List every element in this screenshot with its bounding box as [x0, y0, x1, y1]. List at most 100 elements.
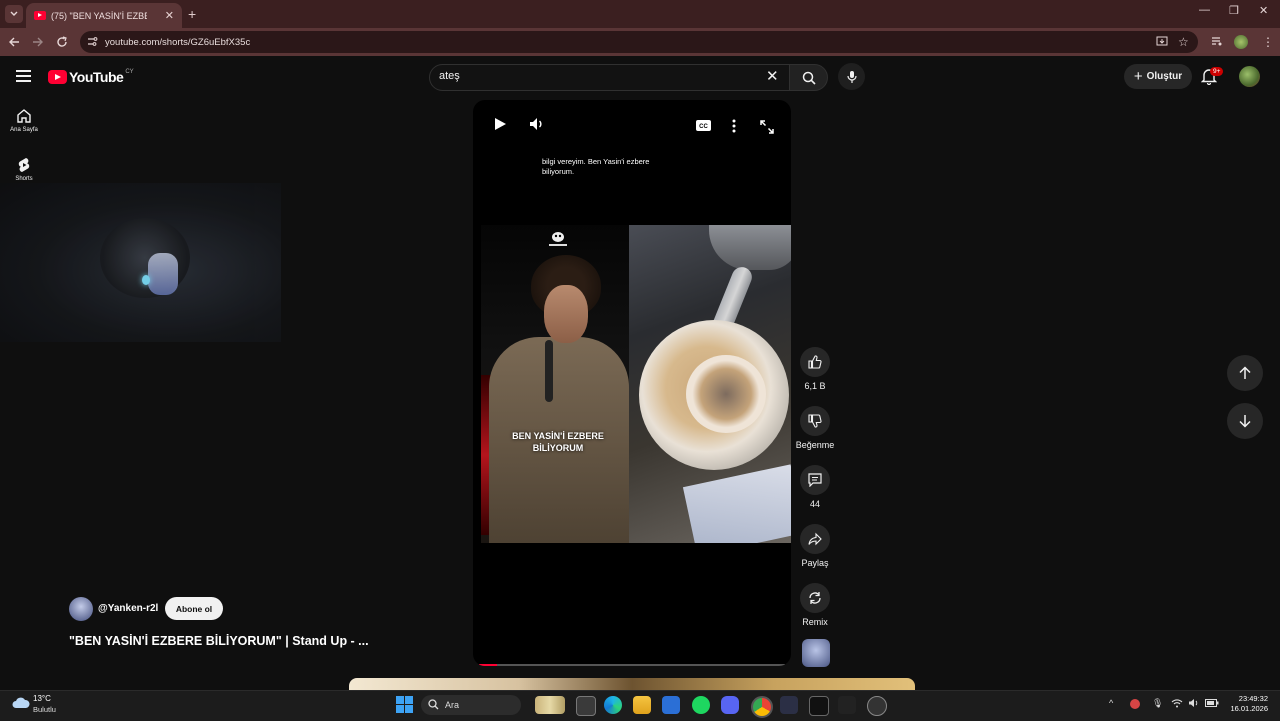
discord-icon[interactable] — [721, 696, 739, 714]
clock-time: 23:49:32 — [1238, 694, 1268, 703]
steam-icon[interactable] — [867, 696, 887, 716]
sidebar-item-label: Shorts — [15, 176, 33, 182]
more-vert-icon — [732, 119, 736, 133]
clock-date: 16.01.2026 — [1230, 704, 1268, 713]
clear-search-icon[interactable]: ✕ — [766, 67, 779, 85]
reload-button[interactable] — [54, 34, 70, 50]
notification-badge: 9+ — [1210, 67, 1224, 76]
logo-text: YouTube — [69, 69, 124, 85]
share-button[interactable]: Paylaş — [785, 524, 845, 568]
new-tab-button[interactable]: + — [188, 6, 196, 22]
store-icon[interactable] — [662, 696, 680, 714]
channel-handle[interactable]: @Yanken-r2l — [98, 603, 158, 614]
tab-title: (75) "BEN YASİN'İ EZBERE B — [51, 10, 147, 21]
account-avatar[interactable] — [1239, 66, 1260, 87]
vpn-shield-icon[interactable] — [780, 696, 798, 714]
thumbs-up-icon — [808, 355, 822, 369]
search-icon — [802, 71, 816, 85]
thumbs-down-icon — [808, 414, 822, 428]
youtube-logo[interactable]: YouTube CY — [48, 69, 134, 85]
bookmark-star-icon[interactable]: ☆ — [1178, 35, 1189, 49]
subscribe-button[interactable]: Abone ol — [165, 597, 223, 620]
country-code: CY — [125, 69, 134, 75]
share-label: Paylaş — [801, 558, 829, 568]
windows-start-icon[interactable] — [396, 696, 413, 713]
close-window-button[interactable]: ✕ — [1259, 4, 1268, 17]
tab-close-icon[interactable]: ✕ — [165, 9, 174, 22]
arrow-down-icon — [1239, 415, 1251, 428]
taskbar-search-icon — [428, 699, 439, 710]
taskbar-clock[interactable]: 23:49:32 16.01.2026 — [1226, 694, 1268, 714]
dislike-button[interactable]: Beğenme — [785, 406, 845, 450]
chrome-icon[interactable] — [751, 696, 773, 718]
captions-button[interactable]: CC — [696, 120, 711, 131]
like-button[interactable]: 6,1 B — [785, 347, 845, 391]
create-button[interactable]: + Oluştur — [1124, 64, 1192, 89]
file-explorer-icon[interactable] — [633, 696, 651, 714]
volume-icon — [530, 118, 542, 130]
create-label: Oluştur — [1146, 71, 1183, 82]
speaker-icon[interactable] — [1188, 698, 1200, 708]
youtube-play-icon — [48, 70, 67, 84]
back-button[interactable] — [6, 34, 22, 50]
video-frame[interactable]: BEN YASİN'İ EZBERE BİLİYORUM — [481, 225, 791, 543]
fullscreen-button[interactable] — [760, 120, 774, 134]
channel-watermark-icon — [546, 230, 570, 248]
search-button[interactable] — [789, 64, 828, 91]
weather-description: Bulutlu — [33, 705, 56, 714]
shorts-player[interactable]: CC bilgi vereyim. Ben Yasin'i ezbere bil… — [473, 100, 791, 666]
restore-button[interactable]: ❐ — [1229, 4, 1239, 17]
browser-menu-icon[interactable]: ⋮ — [1262, 35, 1274, 49]
wifi-icon[interactable] — [1171, 698, 1183, 708]
hidden-icons-chevron-icon[interactable]: ^ — [1109, 698, 1113, 708]
volume-button[interactable] — [529, 117, 545, 131]
install-app-icon[interactable] — [1156, 36, 1168, 47]
tab-search-button[interactable] — [5, 5, 23, 23]
play-icon — [495, 118, 506, 130]
browser-tab-active[interactable]: (75) "BEN YASİN'İ EZBERE B ✕ — [26, 3, 182, 28]
youtube-favicon-icon — [34, 11, 46, 20]
forward-button[interactable] — [30, 34, 46, 50]
shorts-icon — [18, 158, 30, 172]
play-button[interactable] — [493, 117, 507, 131]
cloud-icon — [12, 696, 30, 710]
next-short-preview[interactable] — [349, 678, 915, 690]
video-title[interactable]: "BEN YASİN'İ EZBERE BİLİYORUM" | Stand U… — [69, 634, 369, 648]
profile-avatar[interactable] — [1234, 35, 1248, 49]
plus-icon: + — [1133, 68, 1143, 85]
media-control-icon[interactable] — [1211, 36, 1223, 47]
guide-menu-icon[interactable] — [16, 70, 31, 82]
epic-games-icon[interactable] — [809, 696, 829, 716]
search-query: ateş — [439, 70, 460, 82]
weather-temperature[interactable]: 13°C — [33, 694, 51, 703]
remix-icon — [809, 592, 821, 604]
search-input[interactable] — [429, 64, 791, 91]
minimize-button[interactable]: — — [1199, 4, 1210, 16]
remix-button[interactable]: Remix — [785, 583, 845, 627]
voice-search-button[interactable] — [838, 63, 865, 90]
tray-microphone-icon[interactable]: 🎙 — [1152, 698, 1163, 709]
url-text: youtube.com/shorts/GZ6uEbfX35c — [105, 37, 251, 48]
channel-thumbnail[interactable] — [802, 639, 830, 667]
task-view-icon[interactable] — [576, 696, 596, 716]
comment-icon — [808, 473, 822, 487]
like-count: 6,1 B — [804, 381, 826, 391]
sidebar-item-home[interactable]: Ana Sayfa — [0, 108, 48, 133]
progress-bar[interactable] — [479, 664, 785, 666]
app-icon[interactable] — [838, 696, 856, 714]
arrow-up-icon — [1239, 366, 1251, 379]
comments-button[interactable]: 44 — [785, 465, 845, 509]
search-highlight-icon — [535, 696, 565, 714]
site-info-icon[interactable] — [87, 36, 98, 47]
next-short-button[interactable] — [1227, 403, 1263, 439]
edge-icon[interactable] — [604, 696, 622, 714]
sidebar-item-shorts[interactable]: Shorts — [0, 157, 48, 182]
spotify-icon[interactable] — [692, 696, 710, 714]
previous-short-button[interactable] — [1227, 355, 1263, 391]
home-icon — [17, 109, 31, 123]
more-options-button[interactable] — [732, 119, 736, 133]
tray-app-icon[interactable] — [1130, 699, 1140, 709]
progress-fill — [479, 664, 498, 666]
battery-icon[interactable] — [1205, 699, 1219, 707]
channel-avatar[interactable] — [69, 597, 93, 621]
